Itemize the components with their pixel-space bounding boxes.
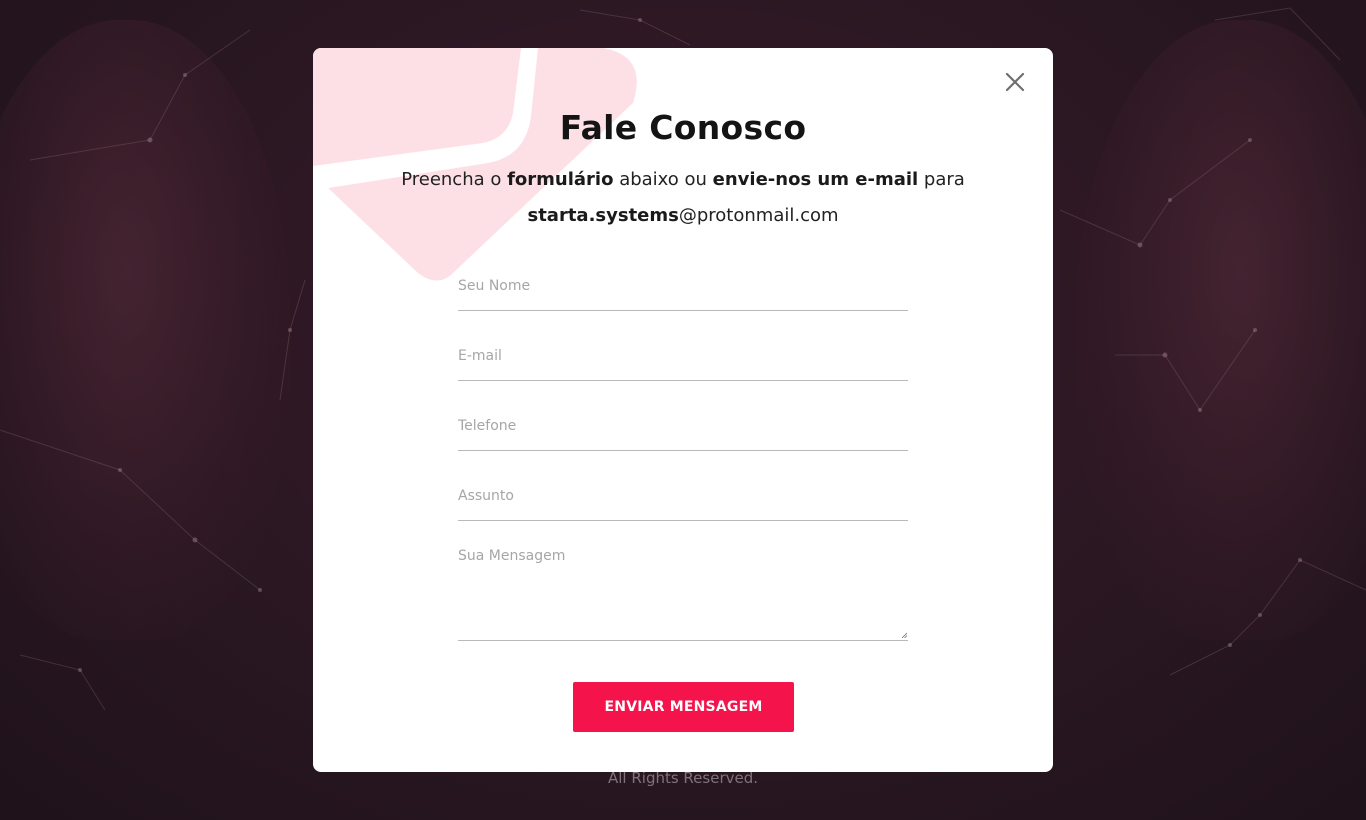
contact-modal: Fale Conosco Preencha o formulário abaix… [313, 48, 1053, 772]
intro-bold-form: formulário [507, 169, 614, 190]
contact-email-user: starta.systems [527, 205, 679, 226]
contact-email-domain: @protonmail.com [678, 205, 839, 226]
name-field [458, 274, 908, 311]
modal-title: Fale Conosco [559, 108, 807, 147]
close-icon [1005, 72, 1025, 92]
modal-intro-text: Preencha o formulário abaixo ou envie-no… [353, 162, 1013, 234]
intro-bold-email: envie-nos um e-mail [712, 169, 919, 190]
email-field [458, 344, 908, 381]
name-input[interactable] [458, 274, 908, 298]
resize-grip-icon[interactable] [902, 633, 907, 638]
message-textarea[interactable] [458, 546, 908, 632]
close-button[interactable] [1003, 70, 1027, 94]
subject-input[interactable] [458, 484, 908, 508]
phone-input[interactable] [458, 414, 908, 438]
intro-text-1: Preencha o [401, 169, 508, 190]
subject-field [458, 484, 908, 521]
intro-text-2: abaixo ou [613, 169, 713, 190]
message-field [458, 546, 908, 641]
email-input[interactable] [458, 344, 908, 368]
submit-button[interactable]: ENVIAR MENSAGEM [573, 682, 794, 732]
intro-text-3: para [918, 169, 965, 190]
phone-field [458, 414, 908, 451]
